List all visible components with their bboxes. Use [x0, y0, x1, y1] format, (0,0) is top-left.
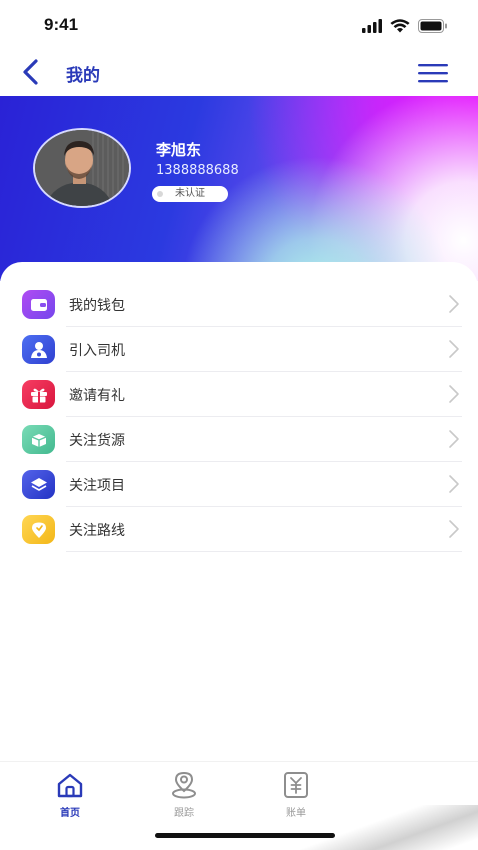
tab-home[interactable]: 首页 — [40, 770, 100, 826]
navigation-bar: 我的 — [0, 50, 478, 96]
menu-item-follow-cargo[interactable]: 关注货源 — [22, 417, 462, 462]
verification-status-badge[interactable]: 未认证 — [152, 186, 228, 202]
screen-glare — [300, 805, 478, 850]
menu-item-invite-gift[interactable]: 邀请有礼 — [22, 372, 462, 417]
chevron-right-icon — [449, 295, 459, 313]
gift-icon — [22, 380, 55, 409]
battery-icon — [418, 19, 447, 33]
chevron-left-icon — [23, 59, 38, 85]
tracking-icon — [172, 771, 196, 799]
avatar[interactable] — [33, 128, 131, 208]
menu-item-label: 关注项目 — [69, 478, 125, 494]
bill-icon — [284, 772, 308, 798]
menu-item-label: 引入司机 — [69, 343, 125, 359]
home-icon — [57, 773, 83, 798]
avatar-photo — [35, 130, 129, 206]
menu-item-invite-driver[interactable]: 引入司机 — [22, 327, 462, 372]
chevron-right-icon — [449, 340, 459, 358]
route-pin-icon — [22, 515, 55, 544]
hamburger-menu-icon — [418, 64, 448, 83]
menu-item-label: 邀请有礼 — [69, 388, 125, 404]
menu-item-label: 关注货源 — [69, 433, 125, 449]
wallet-icon — [22, 290, 55, 319]
status-icons — [362, 16, 448, 36]
chevron-right-icon — [449, 430, 459, 448]
layers-icon — [22, 470, 55, 499]
menu-list: 我的钱包 引入司机 邀请有礼 关注货源 关注项目 关注路线 — [22, 282, 462, 552]
menu-item-follow-project[interactable]: 关注项目 — [22, 462, 462, 507]
chevron-right-icon — [449, 520, 459, 538]
signal-icon — [362, 19, 382, 33]
badge-dot-icon — [157, 191, 163, 197]
menu-item-follow-route[interactable]: 关注路线 — [22, 507, 462, 552]
verification-status-label: 未认证 — [175, 188, 205, 199]
tab-label: 跟踪 — [174, 808, 194, 819]
menu-item-label: 我的钱包 — [69, 298, 125, 314]
tab-tracking[interactable]: 跟踪 — [154, 770, 214, 826]
page-title: 我的 — [66, 66, 100, 86]
chevron-right-icon — [449, 475, 459, 493]
status-bar: 9:41 — [0, 0, 478, 50]
cargo-icon — [22, 425, 55, 454]
divider — [66, 551, 462, 552]
status-time: 9:41 — [44, 15, 79, 34]
wifi-icon — [390, 19, 410, 33]
chevron-right-icon — [449, 385, 459, 403]
driver-icon — [22, 335, 55, 364]
tab-label: 首页 — [60, 808, 80, 819]
user-name: 李旭东 — [156, 141, 202, 159]
menu-button[interactable] — [416, 60, 450, 86]
home-indicator — [155, 833, 335, 838]
menu-item-wallet[interactable]: 我的钱包 — [22, 282, 462, 327]
user-phone: 1388888688 — [156, 163, 239, 178]
menu-item-label: 关注路线 — [69, 523, 125, 539]
back-button[interactable] — [14, 56, 46, 88]
